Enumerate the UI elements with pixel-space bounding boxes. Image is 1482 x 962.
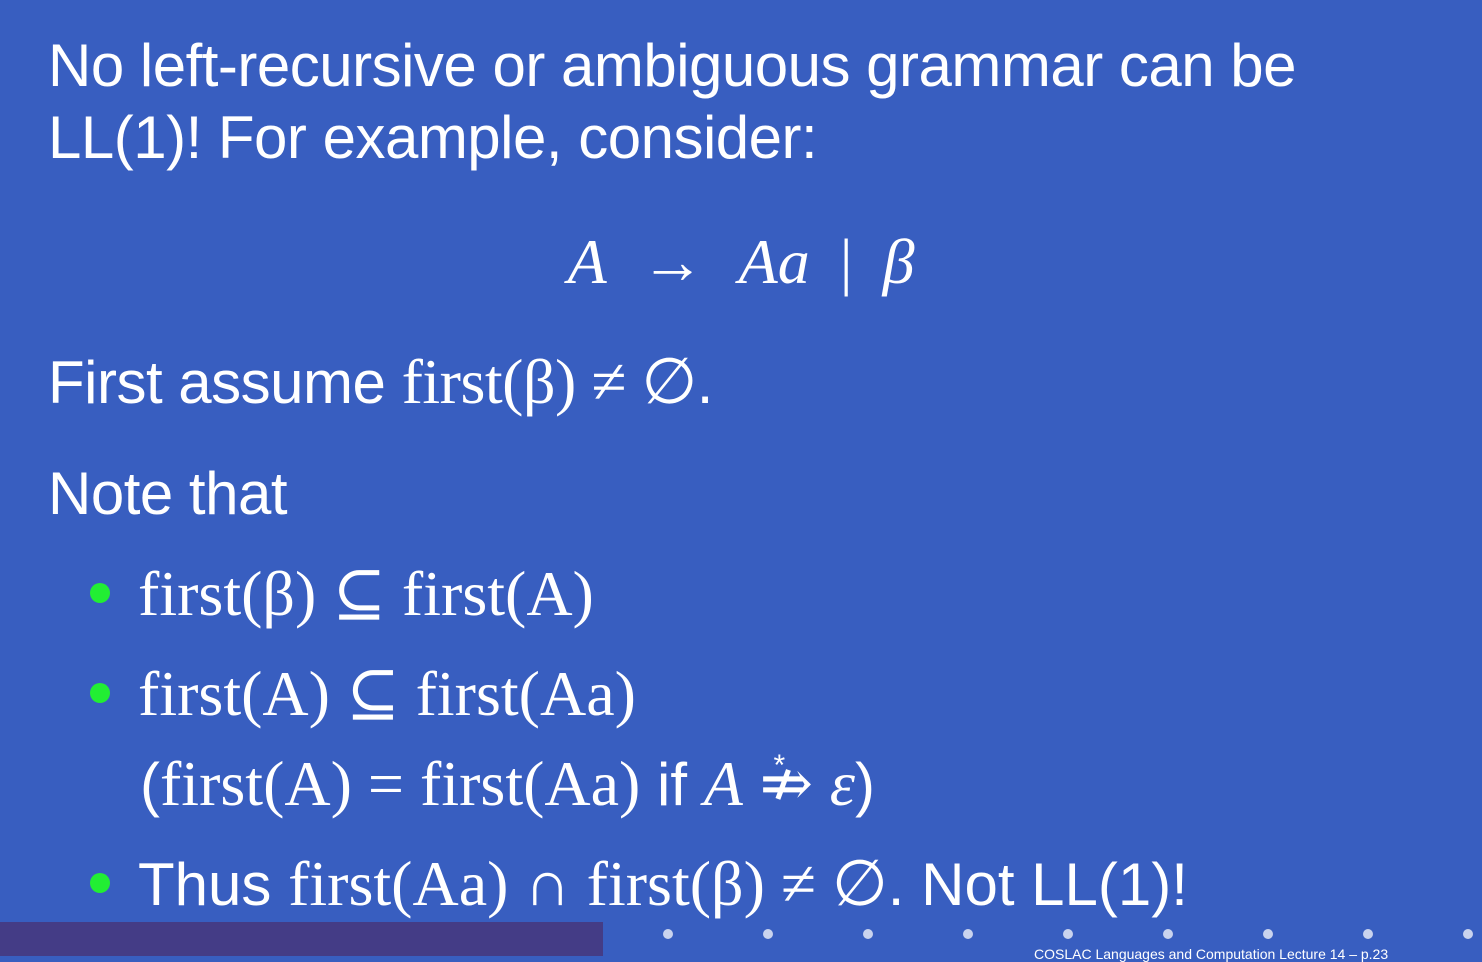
bullet-1-math: first(β) ⊆ first(A) bbox=[138, 558, 594, 629]
nav-dot[interactable] bbox=[1463, 929, 1473, 939]
paren-close: ) bbox=[854, 751, 875, 818]
production-bar: | bbox=[839, 226, 853, 297]
footer-text: COSLAC Languages and Computation Lecture… bbox=[1034, 946, 1389, 962]
bullet-3-math: first(Aa) ∩ first(β) ≠ ∅ bbox=[288, 848, 888, 919]
production-lhs: A bbox=[567, 226, 607, 297]
bullet-2-math: first(A) ⊆ first(Aa) bbox=[138, 658, 636, 729]
paren-eps: ε bbox=[829, 748, 855, 819]
assume-prefix: First assume bbox=[48, 349, 402, 416]
heading-line-2: LL(1)! For example, consider: bbox=[48, 104, 818, 171]
nav-dot[interactable] bbox=[1263, 929, 1273, 939]
bullet-dot bbox=[90, 683, 110, 704]
nav-dot[interactable] bbox=[863, 929, 873, 939]
assume-suffix: . bbox=[696, 349, 714, 416]
bullet-item-2: first(A) ⊆ first(Aa) bbox=[90, 658, 636, 731]
footer-bar bbox=[0, 922, 603, 956]
paren-math: first(A) = first(Aa) bbox=[159, 748, 641, 819]
nav-dot[interactable] bbox=[1063, 929, 1073, 939]
note-line: Note that bbox=[48, 460, 288, 527]
production-alt-1: Aa bbox=[738, 226, 810, 297]
bullet-3-prefix: Thus bbox=[138, 851, 289, 918]
paren-if: if bbox=[640, 751, 704, 818]
heading-line-1: No left-recursive or ambiguous grammar c… bbox=[48, 32, 1297, 99]
bullet-item-1: first(β) ⊆ first(A) bbox=[90, 558, 594, 631]
nav-dot[interactable] bbox=[963, 929, 973, 939]
derives-star-arrow: * ⇏ bbox=[759, 748, 813, 821]
nav-dot[interactable] bbox=[663, 929, 673, 939]
nav-dot[interactable] bbox=[1363, 929, 1373, 939]
bullet-dot bbox=[90, 583, 110, 604]
assume-math: first(β) ≠ ∅ bbox=[401, 346, 698, 417]
derives-arrow: ⇏ bbox=[759, 748, 814, 819]
derives-star: * bbox=[773, 749, 786, 782]
paren-note: (first(A) = first(Aa) if A * ⇏ ε) bbox=[140, 748, 875, 821]
production-arrow: → bbox=[640, 226, 705, 297]
paren-open: ( bbox=[140, 751, 160, 818]
bullet-dot bbox=[90, 873, 110, 894]
bullet-3-suffix: . Not LL(1)! bbox=[887, 851, 1188, 918]
bullet-item-3: Thus first(Aa) ∩ first(β) ≠ ∅. Not LL(1)… bbox=[90, 848, 1188, 921]
paren-lhs: A bbox=[703, 748, 743, 819]
nav-dot[interactable] bbox=[763, 929, 773, 939]
assume-line: First assume first(β) ≠ ∅. bbox=[48, 346, 713, 419]
nav-dot[interactable] bbox=[1163, 929, 1173, 939]
production-rule: A → Aa | β bbox=[0, 222, 1482, 302]
production-alt-2: β bbox=[882, 226, 915, 297]
slide-heading: No left-recursive or ambiguous grammar c… bbox=[48, 30, 1448, 174]
